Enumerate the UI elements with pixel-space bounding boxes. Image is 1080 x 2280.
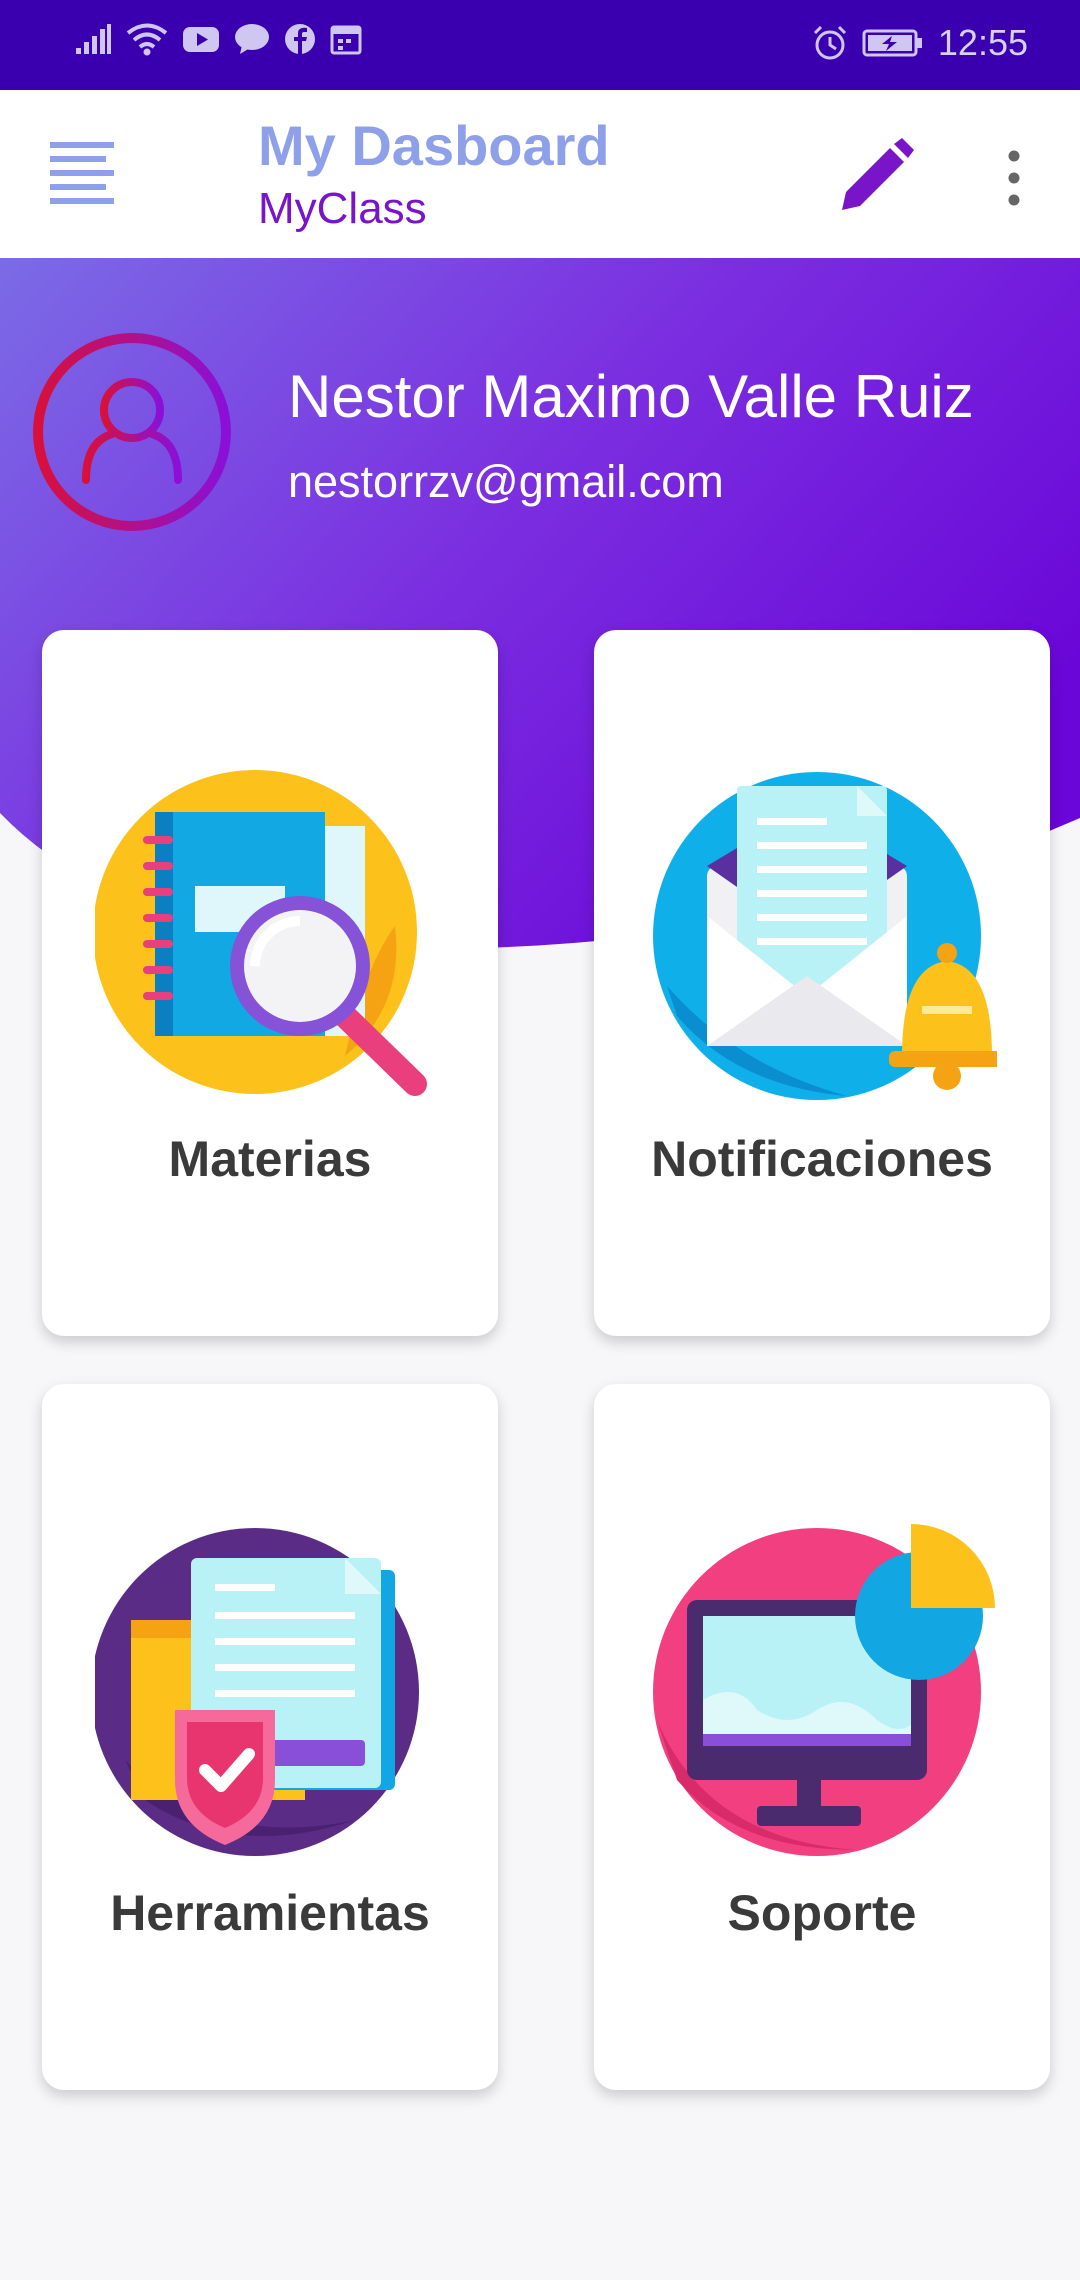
app-toolbar: My Dasboard MyClass: [0, 90, 1080, 258]
status-icons-left: [74, 22, 362, 56]
battery-charging-icon: [862, 29, 922, 57]
signal-icon: [76, 24, 111, 54]
status-bar: 12:55: [0, 0, 1080, 90]
card-soporte[interactable]: Soporte: [594, 1384, 1050, 2090]
folder-shield-icon: [95, 1528, 419, 1856]
card-label: Herramientas: [110, 1885, 430, 1941]
card-herramientas[interactable]: Herramientas: [42, 1384, 498, 2090]
status-time: 12:55: [937, 22, 1028, 63]
profile-email: nestorrzv@gmail.com: [288, 456, 724, 507]
books-search-icon: [95, 770, 427, 1096]
card-label: Soporte: [727, 1885, 917, 1941]
facebook-icon: [285, 24, 315, 54]
youtube-icon: [183, 27, 219, 52]
toolbar-titles: My Dasboard MyClass: [258, 110, 610, 236]
wifi-icon: [126, 23, 168, 56]
profile-name: Nestor Maximo Valle Ruiz: [288, 363, 974, 430]
monitor-chart-icon: [653, 1524, 995, 1856]
card-notificaciones[interactable]: Notificaciones: [594, 630, 1050, 1336]
alarm-icon: [813, 25, 846, 60]
card-materias[interactable]: Materias: [42, 630, 498, 1336]
status-icons-right: 12:55: [812, 22, 1028, 64]
calendar-icon: [330, 25, 362, 55]
page-title: My Dasboard: [258, 114, 610, 177]
page-subtitle: MyClass: [258, 184, 427, 233]
messenger-icon: [235, 24, 269, 54]
user-avatar-icon[interactable]: [30, 330, 234, 534]
menu-icon[interactable]: [44, 136, 124, 212]
card-label: Materias: [168, 1131, 372, 1187]
mail-bell-icon: [653, 772, 997, 1100]
card-label: Notificaciones: [651, 1131, 993, 1187]
more-vert-icon[interactable]: [994, 142, 1034, 214]
edit-icon[interactable]: [836, 136, 916, 216]
